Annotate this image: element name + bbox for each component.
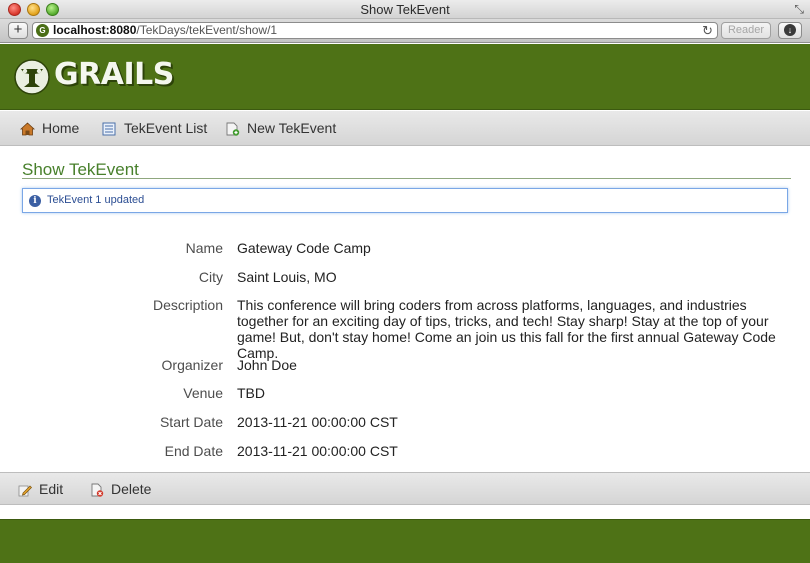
property-label: Venue [183,385,223,401]
property-label: Organizer [161,357,223,373]
new-tab-button[interactable]: + [8,22,28,39]
property-value: 2013-11-21 00:00:00 CST [237,443,398,459]
list-icon [102,122,116,136]
property-label: Start Date [159,414,223,430]
property-value: This conference will bring coders from a… [237,297,776,361]
nav-home-label: Home [42,120,80,136]
site-favicon-icon: G [36,24,49,37]
reload-icon[interactable]: ↻ [702,23,713,38]
grails-cup-icon [14,59,50,95]
fullscreen-icon[interactable]: ⤡ [794,2,804,16]
property-value: 2013-11-21 00:00:00 CST [237,414,398,430]
page-title: Show TekEvent [22,160,139,179]
property-value: Gateway Code Camp [237,240,371,256]
info-icon: i [29,195,41,207]
downloads-button[interactable]: ↓ [778,22,802,39]
url-path: /TekDays/tekEvent/show/1 [136,23,278,37]
minimize-window-button[interactable] [27,3,40,16]
status-message: i TekEvent 1 updated [22,188,788,213]
property-label: City [198,269,223,285]
title-divider [22,178,791,179]
nav-new-tekevent-label: New TekEvent [247,120,337,136]
close-window-button[interactable] [8,3,21,16]
nav-tekevent-list-label: TekEvent List [124,120,208,136]
logo-text: GRAILS [54,57,174,92]
new-document-icon [226,122,240,136]
window-title: Show TekEvent [360,2,450,17]
property-label: Name [185,240,223,256]
delete-label: Delete [111,481,152,497]
pencil-icon [18,485,32,497]
app-footer [0,519,810,563]
zoom-window-button[interactable] [46,3,59,16]
url-text[interactable]: localhost:8080/TekDays/tekEvent/show/1 [53,23,277,38]
app-header: GRAILS [0,44,810,110]
property-label: End Date [164,443,223,459]
property-label: Description [152,297,223,313]
nav-bar: Home TekEvent List New TekEvent [0,111,810,146]
download-arrow-icon: ↓ [784,24,796,36]
house-icon [20,122,35,136]
edit-label: Edit [39,481,64,497]
address-bar[interactable]: G localhost:8080/TekDays/tekEvent/show/1… [32,22,718,39]
property-value: TBD [237,385,265,401]
browser-toolbar: + G localhost:8080/TekDays/tekEvent/show… [0,19,810,43]
url-host: localhost:8080 [53,23,137,37]
property-value: John Doe [237,357,297,373]
status-message-text: TekEvent 1 updated [47,194,145,206]
window-titlebar: Show TekEvent ⤡ [0,0,810,19]
delete-document-icon [91,483,104,497]
reader-button[interactable]: Reader [721,22,771,39]
property-value: Saint Louis, MO [237,269,337,285]
actions-bar: Edit Delete [0,472,810,505]
